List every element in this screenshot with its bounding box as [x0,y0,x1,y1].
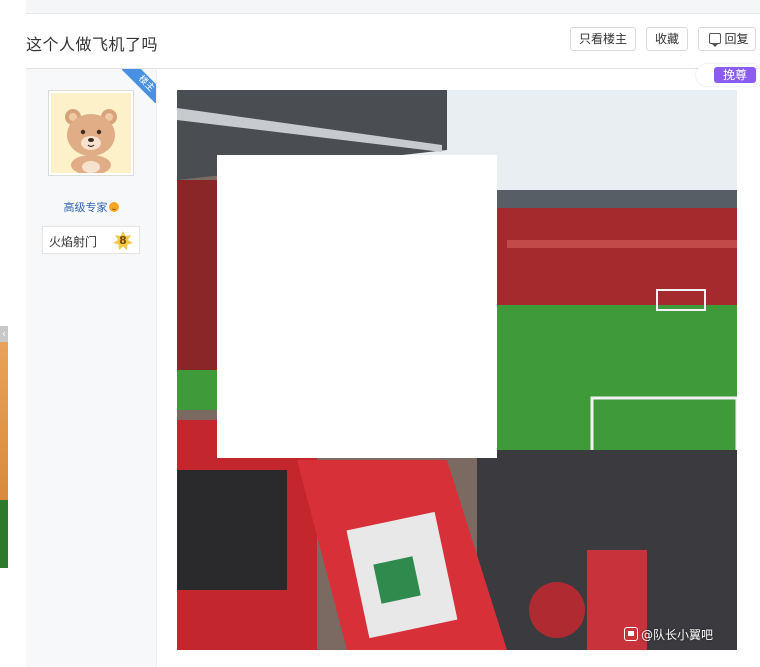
reply-button[interactable]: 回复 [698,27,756,51]
author-level-title[interactable]: 高级专家 [26,199,156,215]
only-op-button[interactable]: 只看楼主 [570,27,636,51]
image-watermark: @队长小翼吧 [624,626,713,643]
badge-level-number: 8 [119,234,127,247]
smile-icon [108,202,119,212]
top-bar [26,0,760,14]
reply-label: 回复 [724,32,749,46]
side-image-strip [0,342,8,568]
tieba-logo-icon [624,627,638,641]
author-badge[interactable]: 火焰射门 8 [42,226,140,254]
post-image[interactable] [177,90,737,650]
op-corner-badge: 楼主 [122,69,156,103]
badge-level-icon: 8 [113,231,133,251]
reply-icon [709,33,722,47]
stadium-photo [177,90,737,650]
author-column: 高级专家 火焰射门 8 [26,69,157,667]
favorite-button[interactable]: 收藏 [646,27,688,51]
bear-avatar-icon [65,109,117,175]
badge-name: 火焰射门 [49,235,98,249]
thread-title: 这个人做飞机了吗 [26,35,159,54]
op-badge-label: 楼主 [122,69,156,103]
reward-label: 挽尊 [714,67,756,83]
reward-button[interactable]: 挽尊 [696,64,756,86]
